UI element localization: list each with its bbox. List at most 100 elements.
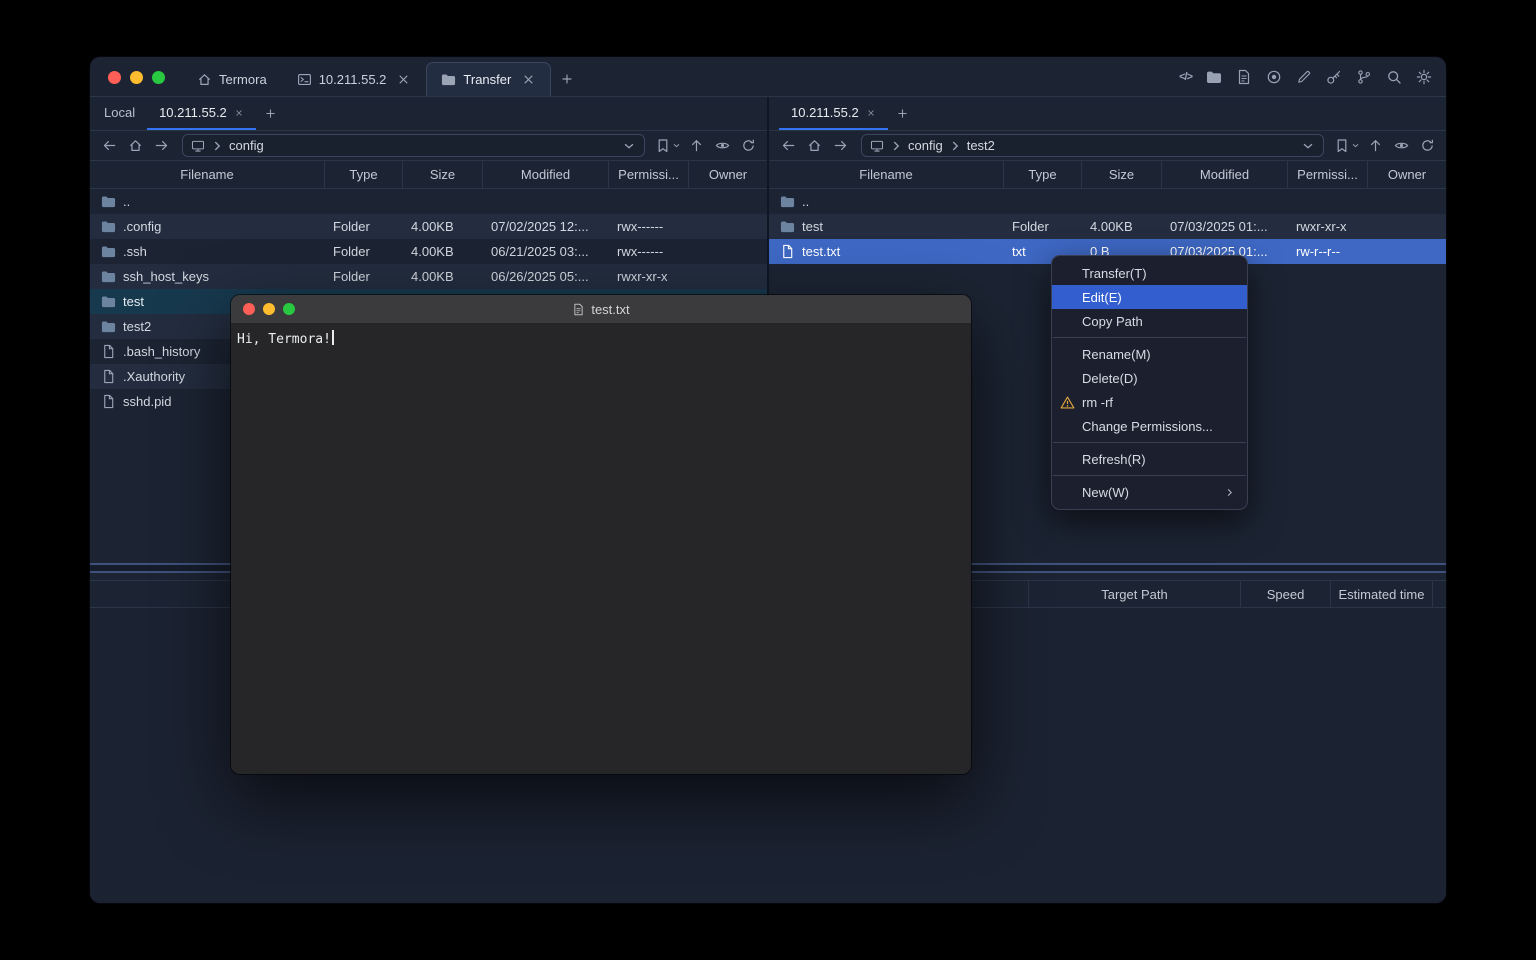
back-button[interactable] [777,135,799,157]
tab-transfer[interactable]: Transfer [426,62,551,96]
git-branch-icon[interactable] [1356,69,1372,85]
new-tab-button[interactable] [551,62,583,96]
menu-item-copy-path[interactable]: Copy Path [1052,309,1247,333]
parent-directory-button[interactable] [1364,135,1386,157]
column-header-target-path[interactable]: Target Path [1028,581,1240,607]
refresh-button[interactable] [1416,135,1438,157]
column-header-permissions[interactable]: Permissi... [609,161,689,188]
tab-local[interactable]: Local [92,97,147,130]
table-row[interactable]: .. [769,189,1446,214]
tab-termora[interactable]: Termora [182,62,282,96]
path-segment[interactable]: config [229,138,264,153]
file-icon [101,394,116,409]
folder-icon [441,72,456,87]
chevron-down-icon[interactable] [1301,139,1315,153]
refresh-button[interactable] [737,135,759,157]
forward-button[interactable] [150,135,172,157]
tab-label: Local [104,105,135,120]
tab-remote-host[interactable]: 10.211.55.2 [779,97,888,130]
new-panel-tab-button[interactable] [888,97,918,130]
terminal-icon [297,72,312,87]
search-icon[interactable] [1386,69,1402,85]
close-tab-icon[interactable] [866,108,876,118]
new-panel-tab-button[interactable] [256,97,286,130]
menu-item-transfer[interactable]: Transfer(T) [1052,261,1247,285]
column-header-filename[interactable]: Filename [769,161,1004,188]
table-row[interactable]: test Folder 4.00KB 07/03/2025 01:... rwx… [769,214,1446,239]
code-icon[interactable]: </> [1179,71,1192,83]
editor-titlebar[interactable]: test.txt [231,295,971,323]
column-header-modified[interactable]: Modified [483,161,609,188]
close-tab-icon[interactable] [396,72,411,87]
back-button[interactable] [98,135,120,157]
path-segment[interactable]: config [908,138,943,153]
minimize-window-button[interactable] [130,71,143,84]
column-header-type[interactable]: Type [1004,161,1082,188]
editor-content[interactable]: Hi, Termora! [231,323,971,774]
tab-terminal-session[interactable]: 10.211.55.2 [282,62,427,96]
warning-icon [1060,395,1075,410]
plus-icon [896,107,909,120]
show-hidden-files-button[interactable] [711,135,733,157]
bookmark-button[interactable] [655,138,681,154]
menu-separator [1053,442,1246,443]
path-segment[interactable]: test2 [967,138,995,153]
document-icon[interactable] [1236,69,1252,85]
show-hidden-files-button[interactable] [1390,135,1412,157]
column-header-size[interactable]: Size [403,161,483,188]
path-bar[interactable]: config test2 [861,134,1324,157]
menu-separator [1053,337,1246,338]
tab-remote-host[interactable]: 10.211.55.2 [147,97,256,130]
maximize-window-button[interactable] [283,303,295,315]
home-button[interactable] [124,135,146,157]
home-button[interactable] [803,135,825,157]
column-header-estimated-time[interactable]: Estimated time [1330,581,1432,607]
column-header-owner[interactable]: Owner [1368,161,1446,188]
transfer-header-tail [1432,581,1446,607]
pencil-icon[interactable] [1296,69,1312,85]
minimize-window-button[interactable] [263,303,275,315]
menu-item-refresh[interactable]: Refresh(R) [1052,447,1247,471]
column-header-speed[interactable]: Speed [1240,581,1330,607]
file-name: .. [802,194,809,209]
close-window-button[interactable] [108,71,121,84]
close-window-button[interactable] [243,303,255,315]
refresh-icon [1420,138,1435,153]
menu-item-rename[interactable]: Rename(M) [1052,342,1247,366]
table-row[interactable]: .config Folder 4.00KB 07/02/2025 12:... … [90,214,767,239]
column-header-size[interactable]: Size [1082,161,1162,188]
maximize-window-button[interactable] [152,71,165,84]
menu-item-new[interactable]: New(W) [1052,480,1247,504]
arrow-up-icon [689,138,704,153]
column-header-type[interactable]: Type [325,161,403,188]
home-icon [128,138,143,153]
column-header-modified[interactable]: Modified [1162,161,1288,188]
settings-gear-icon[interactable] [1416,69,1432,85]
menu-item-change-permissions[interactable]: Change Permissions... [1052,414,1247,438]
table-row[interactable]: .ssh Folder 4.00KB 06/21/2025 03:... rwx… [90,239,767,264]
menu-item-delete[interactable]: Delete(D) [1052,366,1247,390]
column-header-owner[interactable]: Owner [689,161,767,188]
column-header-permissions[interactable]: Permissi... [1288,161,1368,188]
close-tab-icon[interactable] [234,108,244,118]
record-icon[interactable] [1266,69,1282,85]
column-header-filename[interactable]: Filename [90,161,325,188]
parent-directory-button[interactable] [685,135,707,157]
forward-button[interactable] [829,135,851,157]
key-icon[interactable] [1326,69,1342,85]
menu-item-rm-rf[interactable]: rm -rf [1052,390,1247,414]
home-icon [197,72,212,87]
table-row[interactable]: ssh_host_keys Folder 4.00KB 06/26/2025 0… [90,264,767,289]
bookmark-button[interactable] [1334,138,1360,154]
menu-item-edit[interactable]: Edit(E) [1052,285,1247,309]
context-menu: Transfer(T) Edit(E) Copy Path Rename(M) … [1051,255,1248,510]
table-row[interactable]: .. [90,189,767,214]
chevron-down-icon[interactable] [622,139,636,153]
folder-icon[interactable] [1206,69,1222,85]
tab-label: 10.211.55.2 [319,72,387,87]
bookmark-icon [655,138,671,154]
arrow-right-icon [154,138,169,153]
chevron-right-icon [1224,487,1235,498]
path-bar[interactable]: config [182,134,645,157]
close-tab-icon[interactable] [521,72,536,87]
